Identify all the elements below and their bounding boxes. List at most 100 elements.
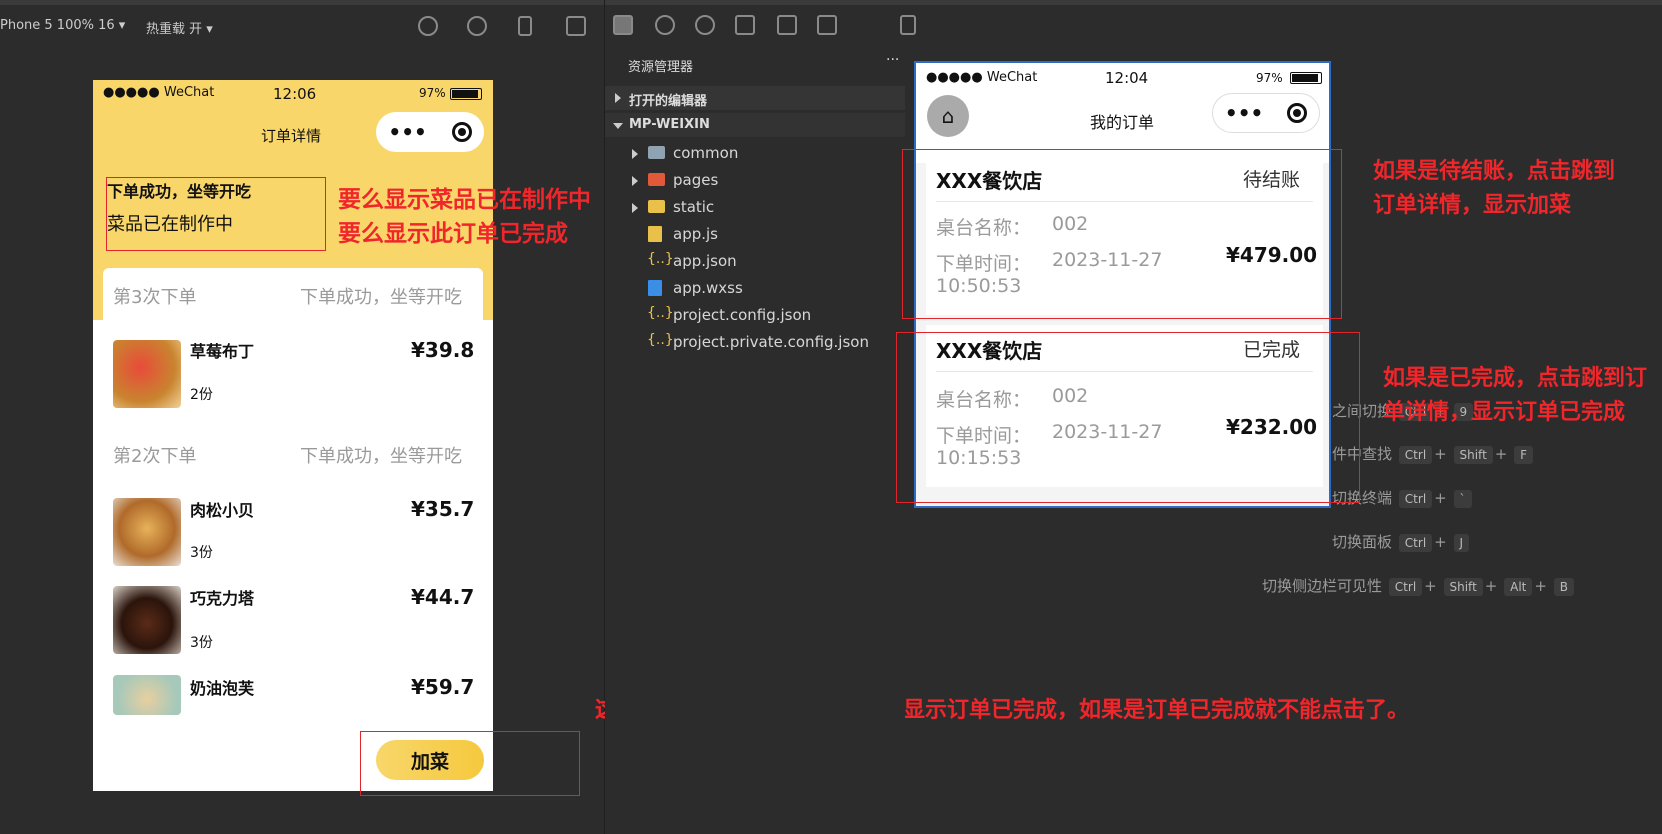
dish-name: 草莓布丁: [190, 342, 255, 361]
refresh-icon[interactable]: [418, 16, 438, 36]
more-actions-icon[interactable]: ···: [886, 52, 899, 68]
tree-item-static[interactable]: static: [605, 194, 905, 221]
shortcut-label: 切换面板: [1332, 533, 1393, 551]
project-header[interactable]: MP-WEIXIN: [605, 113, 905, 137]
key-cap: Ctrl: [1398, 534, 1433, 552]
dish-name: 奶油泡芙: [190, 679, 255, 698]
stop-icon[interactable]: [467, 16, 487, 36]
search-icon[interactable]: [655, 15, 675, 35]
js-file-icon: [648, 226, 662, 242]
chevron-right-icon: [632, 149, 638, 159]
dish-name: 巧克力塔: [190, 589, 255, 608]
carrier-label: ●●●●● WeChat: [103, 85, 215, 100]
device-selector[interactable]: Phone 5 100% 16 ▾: [0, 18, 125, 33]
button-highlight-box: [360, 731, 580, 796]
dish-image: [113, 586, 181, 654]
page-title: 订单详情: [261, 127, 322, 145]
dish-price: ¥35.7: [411, 497, 475, 521]
shortcut-hint: 切换面板 Ctrl + J: [1332, 531, 1471, 552]
shortcut-label: 切换侧边栏可见性: [1262, 577, 1383, 595]
more-dots-icon[interactable]: •••: [388, 120, 426, 144]
group-title: 第3次下单: [113, 287, 197, 308]
dish-qty: 3份: [190, 635, 213, 651]
open-editors-header[interactable]: 打开的编辑器: [605, 86, 905, 110]
page-title: 我的订单: [1090, 113, 1155, 132]
window-icon[interactable]: [566, 16, 586, 36]
key-cap: Ctrl: [1398, 490, 1433, 508]
pending-order-highlight-box: [902, 149, 1342, 319]
chevron-right-icon: [632, 203, 638, 213]
tree-item-project-private-config[interactable]: {..} project.private.config.json: [605, 329, 905, 356]
css-file-icon: [648, 280, 662, 296]
status-highlight-box: [106, 177, 326, 251]
json-file-icon: {..}: [647, 305, 674, 321]
key-cap: B: [1553, 578, 1574, 596]
docker-icon[interactable]: [817, 15, 837, 35]
dish-image: [113, 675, 181, 715]
tree-item-app-json[interactable]: {..} app.json: [605, 248, 905, 275]
project-label: MP-WEIXIN: [629, 117, 710, 132]
key-cap: J: [1453, 534, 1470, 552]
key-cap: `: [1453, 490, 1472, 508]
annotation-done-note: 如果是已完成，点击跳到订单详情，显示订单已完成: [1383, 366, 1648, 425]
save-icon[interactable]: [777, 15, 797, 35]
tree-item-project-config[interactable]: {..} project.config.json: [605, 302, 905, 329]
dish-image: [113, 340, 181, 408]
group-status: 下单成功，坐等开吃: [300, 446, 462, 467]
collapse-panel-icon[interactable]: [900, 15, 916, 35]
key-cap: Shift: [1453, 446, 1493, 464]
battery-icon: [450, 88, 482, 100]
key-cap: Ctrl: [1388, 578, 1423, 596]
tree-item-label: app.json: [673, 252, 737, 270]
chevron-down-icon: [613, 123, 623, 129]
close-target-icon[interactable]: [1287, 103, 1308, 123]
dish-name: 肉松小贝: [190, 501, 255, 520]
key-cap: F: [1514, 446, 1534, 464]
mini-program-capsule[interactable]: •••: [1212, 93, 1320, 133]
tree-item-app-wxss[interactable]: app.wxss: [605, 275, 905, 302]
source-control-icon[interactable]: [695, 15, 715, 35]
dish-price: ¥44.7: [411, 585, 475, 609]
status-time: 12:04: [1105, 69, 1149, 87]
group-status: 下单成功，坐等开吃: [300, 287, 462, 308]
battery-icon: [1290, 72, 1322, 84]
mini-program-capsule[interactable]: •••: [376, 112, 484, 152]
tree-item-label: static: [673, 198, 715, 216]
more-dots-icon[interactable]: •••: [1225, 101, 1263, 125]
dish-qty: 2份: [190, 387, 213, 403]
dish-price: ¥39.8: [411, 338, 475, 362]
hot-reload-toggle[interactable]: 热重载 开 ▾: [146, 18, 213, 37]
top-toolbar: Phone 5 100% 16 ▾ 热重载 开 ▾: [0, 0, 1662, 44]
chevron-right-icon: [615, 93, 621, 103]
chevron-right-icon: [632, 176, 638, 186]
battery-label: 97%: [1256, 71, 1283, 85]
extensions-icon[interactable]: [735, 15, 755, 35]
home-icon[interactable]: ⌂: [942, 104, 955, 128]
tree-item-pages[interactable]: pages: [605, 167, 905, 194]
annotation-status-note-2: 要么显示此订单已完成: [338, 221, 568, 247]
carrier-label: ●●●●● WeChat: [926, 70, 1038, 85]
shortcut-hint: 件中查找 Ctrl + Shift + F: [1332, 443, 1535, 464]
explorer-panel: 资源管理器 ··· 打开的编辑器 MP-WEIXIN common pages …: [605, 44, 905, 834]
tree-item-label: app.js: [673, 225, 718, 243]
annotation-pending-note: 如果是待结账，点击跳到订单详情，显示加菜: [1373, 159, 1616, 218]
annotation-status-note-1: 要么显示菜品已在制作中: [338, 187, 591, 213]
open-editors-label: 打开的编辑器: [629, 94, 708, 109]
close-target-icon[interactable]: [451, 122, 472, 142]
dish-image: [113, 498, 181, 566]
dish-price: ¥59.7: [411, 675, 475, 699]
group-title: 第2次下单: [113, 446, 197, 467]
tree-item-label: pages: [673, 171, 719, 189]
folder-icon: [648, 200, 665, 213]
explorer-files-icon[interactable]: [613, 15, 633, 35]
tree-item-label: app.wxss: [673, 279, 743, 297]
home-button[interactable]: ⌂: [927, 95, 969, 137]
done-order-highlight-box: [896, 332, 1360, 503]
phone-preview-icon[interactable]: [518, 16, 532, 36]
status-bar: ●●●●● WeChat 12:06 97%: [93, 80, 493, 106]
tree-item-app-js[interactable]: app.js: [605, 221, 905, 248]
key-cap: Ctrl: [1398, 446, 1433, 464]
dish-qty: 3份: [190, 545, 213, 561]
tree-item-common[interactable]: common: [605, 140, 905, 167]
tree-item-label: project.config.json: [673, 306, 812, 324]
